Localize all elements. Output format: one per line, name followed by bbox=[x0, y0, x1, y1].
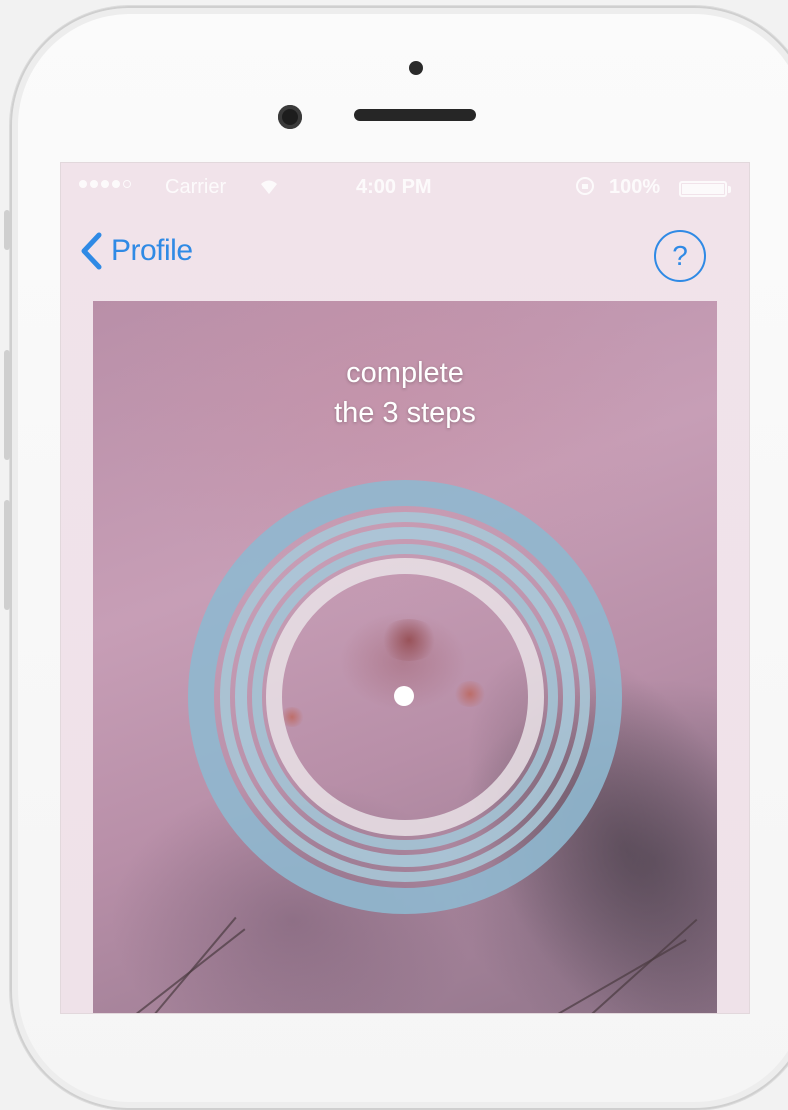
status-time: 4:00 PM bbox=[356, 176, 432, 198]
help-icon: ? bbox=[672, 240, 688, 271]
instruction-line-1: complete bbox=[346, 357, 464, 389]
help-button[interactable]: ? bbox=[654, 230, 706, 282]
instruction-text: complete the 3 steps bbox=[93, 353, 717, 433]
app-screen: Carrier 4:00 PM 100% Profile ? complete … bbox=[60, 162, 750, 1014]
signal-icon bbox=[79, 180, 131, 188]
back-button[interactable]: Profile bbox=[79, 231, 193, 271]
battery-tip bbox=[728, 186, 731, 193]
status-bar: Carrier 4:00 PM 100% bbox=[61, 163, 749, 213]
camera-preview[interactable]: complete the 3 steps bbox=[93, 301, 717, 1013]
battery-percentage: 100% bbox=[609, 176, 661, 198]
mute-switch bbox=[4, 210, 10, 250]
volume-down-button bbox=[4, 500, 10, 610]
hair-strand bbox=[102, 928, 246, 1013]
instruction-line-2: the 3 steps bbox=[334, 397, 476, 429]
carrier-label: Carrier bbox=[165, 176, 227, 198]
front-camera bbox=[278, 105, 302, 129]
back-button-label: Profile bbox=[111, 234, 193, 267]
volume-up-button bbox=[4, 350, 10, 460]
wifi-icon bbox=[257, 176, 281, 202]
earpiece-speaker bbox=[354, 109, 476, 121]
rotation-lock-icon bbox=[575, 176, 595, 201]
hair-strand bbox=[132, 916, 237, 1013]
battery-icon bbox=[679, 181, 727, 197]
chevron-left-icon bbox=[81, 232, 102, 270]
target-center-dot bbox=[394, 686, 414, 706]
proximity-sensor bbox=[409, 61, 423, 75]
